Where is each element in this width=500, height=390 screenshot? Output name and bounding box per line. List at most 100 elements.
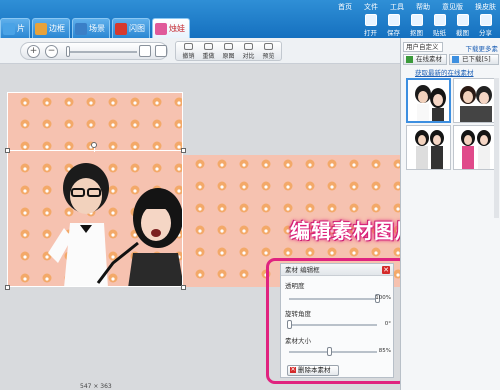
tab-frame[interactable]: 边框: [32, 18, 70, 38]
bear-motif-face: [308, 185, 312, 189]
photo-tab-icon: [3, 22, 15, 35]
size-value: 85%: [378, 348, 391, 354]
original-button[interactable]: 原图: [220, 42, 237, 60]
image-size-status: 547 × 363: [80, 383, 112, 390]
bear-motif-face: [352, 207, 356, 211]
bear-motif-face: [286, 163, 290, 167]
history-tools: 撤销 重做 原图 对比 预览: [175, 41, 282, 61]
bear-motif-face: [242, 251, 246, 255]
fit-window-icon[interactable]: [139, 45, 151, 57]
menu-help[interactable]: 帮助: [416, 2, 430, 12]
sticker-button[interactable]: 贴纸: [429, 14, 450, 37]
bear-motif-face: [45, 145, 49, 149]
size-slider-knob[interactable]: [326, 347, 332, 356]
resize-handle-tl[interactable]: [5, 148, 10, 153]
close-icon[interactable]: ✕: [382, 266, 390, 274]
sticker-icon: [433, 14, 446, 26]
screenshot-button[interactable]: 截图: [452, 14, 473, 37]
menu-home[interactable]: 首页: [338, 2, 352, 12]
dialog-title: 素材 编辑框: [281, 264, 393, 276]
rotate-slider-track[interactable]: [289, 324, 377, 326]
bear-motif-face: [242, 229, 246, 233]
bear-motif-face: [198, 273, 202, 277]
tab-online-materials[interactable]: 在线素材: [403, 54, 447, 65]
bear-motif-face: [308, 163, 312, 167]
bear-motif-face: [177, 123, 181, 127]
category-select[interactable]: 用户自定义: [403, 42, 443, 52]
tab-scene[interactable]: 场景: [72, 18, 110, 38]
bear-motif-face: [133, 145, 137, 149]
opacity-slider-track[interactable]: [289, 298, 377, 300]
opacity-label: 透明度: [285, 282, 305, 290]
bear-motif-face: [308, 207, 312, 211]
save-button[interactable]: 保存: [383, 14, 404, 37]
bear-motif-face: [67, 123, 71, 127]
bear-motif-face: [264, 229, 268, 233]
material-panel: 用户自定义 下载更多素 在线素材 已下载[5] 获取最新的在线素材: [400, 38, 500, 390]
redo-icon: [204, 43, 213, 50]
material-thumb-1[interactable]: [406, 78, 451, 123]
rotate-slider-knob[interactable]: [287, 320, 292, 329]
tab-photo[interactable]: 片: [0, 18, 30, 38]
material-thumb-3[interactable]: [406, 125, 451, 170]
tab-downloaded-materials[interactable]: 已下载[5]: [449, 54, 499, 65]
doll-tab-icon: [155, 22, 167, 35]
delete-material-button[interactable]: ✕ 删除本素材: [287, 365, 339, 376]
bear-motif-face: [352, 185, 356, 189]
bear-motif-face: [155, 145, 159, 149]
tab-doll[interactable]: 烛娃: [152, 18, 190, 38]
bear-motif-face: [308, 251, 312, 255]
resize-handle-bl[interactable]: [5, 285, 10, 290]
menu-feedback[interactable]: 意见版: [442, 2, 463, 12]
rotate-label: 旋转角度: [285, 310, 311, 318]
compare-button[interactable]: 对比: [240, 42, 257, 60]
menu-skin[interactable]: 换皮肤: [475, 2, 496, 12]
bear-motif-face: [220, 251, 224, 255]
bear-motif-face: [242, 185, 246, 189]
edit-material-caption: 编辑素材图片: [290, 219, 416, 243]
bear-motif-face: [352, 251, 356, 255]
zoom-in-button[interactable]: +: [27, 45, 40, 58]
undo-button[interactable]: 撤销: [180, 42, 197, 60]
bear-motif-face: [330, 163, 334, 167]
panel-scrollbar[interactable]: [494, 78, 499, 218]
menu-tools[interactable]: 工具: [390, 2, 404, 12]
size-slider-track[interactable]: [289, 351, 377, 353]
actual-size-icon[interactable]: [155, 45, 167, 57]
bear-motif-face: [177, 101, 181, 105]
bear-motif-face: [264, 207, 268, 211]
bear-motif-face: [45, 123, 49, 127]
share-button[interactable]: 分享: [475, 14, 496, 37]
zoom-slider-track[interactable]: [67, 51, 137, 53]
scene-tab-icon: [75, 22, 87, 35]
material-thumb-2[interactable]: [453, 78, 498, 123]
open-button[interactable]: 打开: [360, 14, 381, 37]
bear-motif-face: [23, 123, 27, 127]
bear-motif-face: [198, 229, 202, 233]
material-thumb-4[interactable]: [453, 125, 498, 170]
resize-handle-br[interactable]: [181, 285, 186, 290]
material-edit-dialog: 素材 编辑框 ✕ 透明度 100% 旋转角度 0° 素材大小 85% ✕ 删除本素…: [280, 263, 394, 378]
menu-file[interactable]: 文件: [364, 2, 378, 12]
cutout-button[interactable]: 抠图: [406, 14, 427, 37]
screenshot-icon: [456, 14, 469, 26]
bear-motif-face: [352, 163, 356, 167]
scissors-icon: [410, 14, 423, 26]
bear-motif-face: [89, 123, 93, 127]
bear-motif-face: [264, 163, 268, 167]
redo-button[interactable]: 重做: [200, 42, 217, 60]
bear-motif-face: [286, 251, 290, 255]
preview-button[interactable]: 预览: [260, 42, 277, 60]
bear-motif-face: [220, 207, 224, 211]
resize-handle-tr[interactable]: [181, 148, 186, 153]
selection-box[interactable]: [7, 150, 183, 287]
zoom-slider-knob[interactable]: [66, 46, 70, 57]
zoom-out-button[interactable]: −: [45, 45, 58, 58]
tab-flash[interactable]: 闪图: [112, 18, 150, 38]
download-more-link[interactable]: 下载更多素: [466, 43, 499, 53]
rotate-handle[interactable]: [91, 142, 97, 148]
bear-motif-face: [133, 123, 137, 127]
get-latest-link[interactable]: 获取最新的在线素材: [415, 67, 474, 77]
bear-motif-face: [374, 185, 378, 189]
thumb-2-preview: [460, 86, 492, 122]
